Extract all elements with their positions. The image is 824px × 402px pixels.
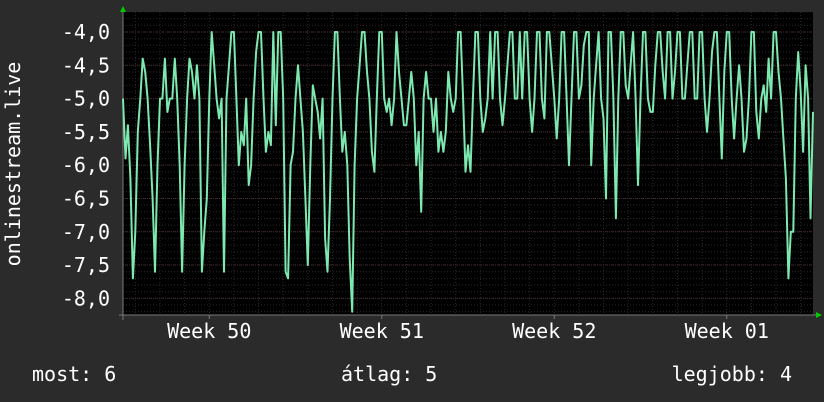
y-tick-label: -6,0 (62, 153, 110, 177)
x-tick-label: Week 50 (167, 319, 251, 343)
y-tick-label: -7,0 (62, 220, 110, 244)
chart-frame: -4,0 -4,5 -5,0 -5,5 -6,0 -6,5 -7,0 -7,5 -8,0 Wee… (0, 0, 824, 402)
y-tick-label: -5,5 (62, 120, 110, 144)
line-chart: -4,0 -4,5 -5,0 -5,5 -6,0 -6,5 -7,0 -7,5 -8,0 Wee… (1, 6, 822, 343)
y-axis-label: onlinestream.live (1, 62, 25, 267)
y-axis-arrow-icon (120, 6, 126, 12)
y-tick-label: -5,0 (62, 87, 110, 111)
x-tick-label: Week 01 (685, 319, 769, 343)
stat-current: most: 6 (32, 362, 117, 386)
y-axis-ticks: -4,0 -4,5 -5,0 -5,5 -6,0 -6,5 -7,0 -7,5 -8,0 (62, 20, 110, 310)
y-tick-label: -4,0 (62, 20, 110, 44)
x-tick-label: Week 52 (512, 319, 596, 343)
y-tick-label: -8,0 (62, 286, 110, 310)
y-tick-label: -6,5 (62, 186, 110, 210)
stat-average: átlag: 5 (341, 362, 438, 386)
stat-best: legjobb: 4 (671, 362, 792, 386)
x-axis-arrow-icon (816, 312, 822, 318)
x-tick-label: Week 51 (340, 319, 424, 343)
y-tick-label: -7,5 (62, 253, 110, 277)
y-tick-label: -4,5 (62, 53, 110, 77)
x-axis-ticks: Week 50 Week 51 Week 52 Week 01 (167, 315, 769, 343)
